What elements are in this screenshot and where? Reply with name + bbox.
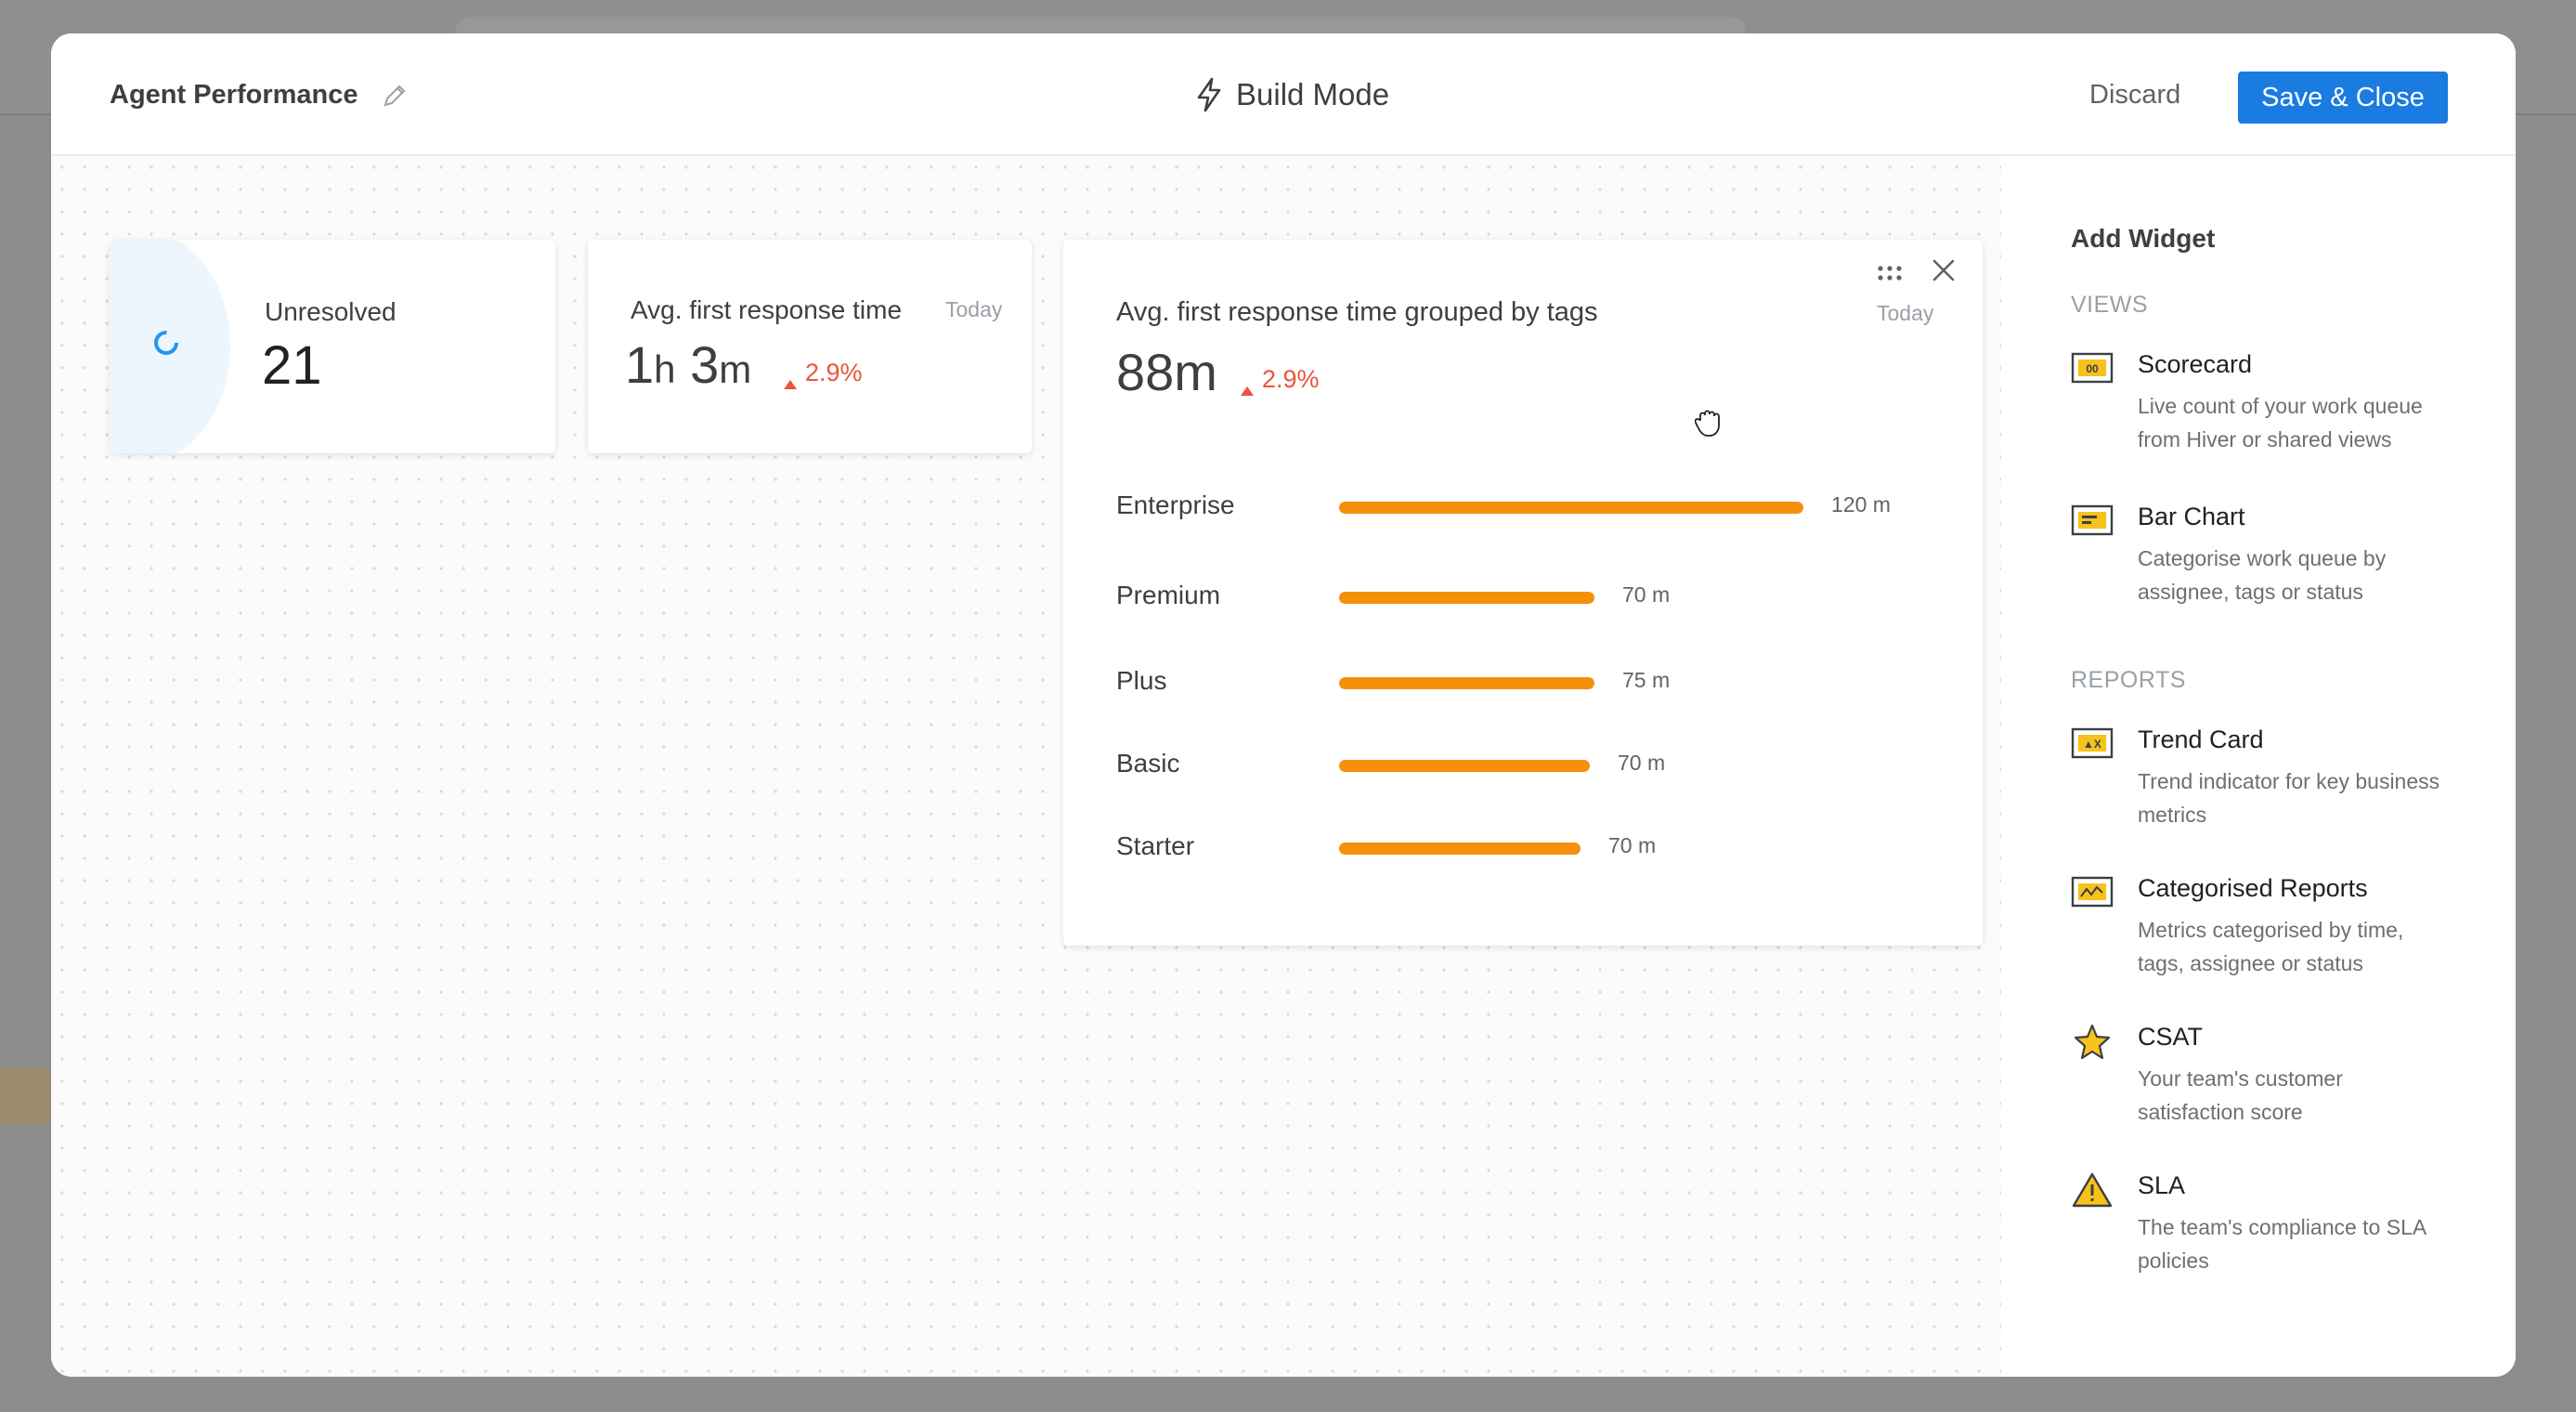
title-area: Agent Performance (110, 80, 409, 111)
trend-card-description: Trend indicator for key business metrics (2138, 769, 2440, 827)
first-response-label: Avg. first response time (631, 295, 903, 324)
dashboard-title: Agent Performance (110, 80, 358, 110)
build-mode-indicator: Build Mode (1193, 77, 1389, 112)
sla-title: SLA (2138, 1171, 2186, 1199)
dashboard-builder-modal: Agent Performance Build Mode Discard Sav… (51, 33, 2516, 1377)
save-close-button[interactable]: Save & Close (2238, 72, 2448, 124)
add-widget-heading: Add Widget (2071, 224, 2216, 253)
bar-chart-title: Bar Chart (2138, 503, 2245, 530)
first-response-widget[interactable]: Avg. first response time Today 1h 3m 2.9… (588, 240, 1032, 453)
bar-row: Starter 70 m (1116, 830, 1952, 867)
drag-handle-icon[interactable] (1876, 262, 1904, 284)
bar-fill (1339, 502, 1803, 514)
chart-value-number: 88 (1116, 343, 1175, 401)
pencil-icon[interactable] (381, 82, 409, 110)
bar-value-label: 70 m (1608, 833, 1657, 857)
bar-label: Starter (1116, 831, 1195, 860)
warning-icon (2071, 1171, 2114, 1209)
scorecard-icon-text: 00 (2086, 362, 2099, 375)
first-response-value: 1h 3m (625, 334, 751, 395)
modal-header: Agent Performance Build Mode Discard Sav… (51, 33, 2516, 156)
bar-fill (1339, 843, 1581, 855)
bar-track (1339, 592, 1822, 604)
unresolved-widget[interactable]: Unresolved 21 (110, 240, 555, 453)
chart-title: Avg. first response time grouped by tags (1116, 297, 1598, 327)
close-icon[interactable] (1930, 256, 1958, 284)
scorecard-icon: 00 (2071, 350, 2114, 387)
bar-label: Premium (1116, 581, 1221, 609)
triangle-up-icon (1240, 374, 1255, 396)
hours-value: 1 (625, 335, 655, 394)
bar-label: Plus (1116, 666, 1167, 695)
bar-chart-icon (2071, 503, 2114, 540)
hours-unit: h (654, 347, 676, 391)
trend-card-icon: ▲X (2071, 726, 2114, 763)
categorised-reports-description: Metrics categorised by time, tags, assig… (2138, 918, 2404, 975)
trend-card-icon-text: ▲X (2083, 738, 2101, 751)
categorised-reports-icon (2071, 874, 2114, 911)
bar-track (1339, 502, 1822, 514)
unresolved-count: 21 (262, 335, 322, 396)
bar-track (1339, 677, 1822, 689)
chart-period: Today (1877, 301, 1934, 325)
scorecard-title: Scorecard (2138, 350, 2253, 378)
bar-fill (1339, 760, 1590, 772)
first-response-delta: 2.9% (783, 359, 863, 389)
bar-row: Plus 75 m (1116, 664, 1952, 701)
discard-button[interactable]: Discard (2089, 80, 2180, 111)
reports-section-label: REPORTS (2071, 667, 2186, 693)
trend-card-title: Trend Card (2138, 726, 2264, 753)
chart-value-unit: m (1174, 343, 1217, 401)
first-response-period: Today (945, 297, 1003, 321)
scorecard-description: Live count of your work queue from Hiver… (2138, 394, 2423, 451)
chart-delta: 2.9% (1240, 365, 1320, 396)
bar-fill (1339, 592, 1594, 604)
star-icon (2071, 1023, 2114, 1060)
bar-label: Basic (1116, 749, 1180, 778)
background-selected-row (0, 1068, 50, 1124)
bar-value-label: 75 m (1622, 668, 1671, 692)
csat-description: Your team's customer satisfaction score (2138, 1066, 2343, 1124)
bar-row: Basic 70 m (1116, 747, 1952, 784)
bar-fill (1339, 677, 1594, 689)
bar-chart-description: Categorise work queue by assignee, tags … (2138, 546, 2387, 604)
bar-row: Premium 70 m (1116, 579, 1952, 616)
minutes-unit: m (719, 347, 752, 391)
add-widget-panel: Add Widget VIEWS 00 Scorecard Live count… (2001, 156, 2516, 1377)
build-mode-label: Build Mode (1236, 77, 1390, 111)
bar-row: Enterprise 120 m (1116, 489, 1952, 526)
csat-title: CSAT (2138, 1023, 2204, 1051)
first-response-delta-value: 2.9% (805, 359, 863, 386)
lightning-bolt-icon (1193, 77, 1225, 112)
unresolved-label: Unresolved (265, 297, 397, 326)
chart-delta-value: 2.9% (1262, 365, 1320, 393)
bar-track (1339, 760, 1822, 772)
chart-total-value: 88m (1116, 342, 1217, 402)
tags-bar-chart-widget[interactable]: Avg. first response time grouped by tags… (1063, 240, 1983, 946)
sla-description: The team's compliance to SLA policies (2138, 1215, 2426, 1273)
bar-label: Enterprise (1116, 490, 1235, 519)
views-section-label: VIEWS (2071, 292, 2149, 318)
bar-value-label: 70 m (1622, 582, 1671, 607)
bar-value-label: 120 m (1831, 492, 1891, 516)
bar-value-label: 70 m (1618, 751, 1666, 775)
triangle-up-icon (783, 368, 798, 389)
grab-cursor-icon (1694, 407, 1723, 438)
dashboard-canvas[interactable]: Unresolved 21 Avg. first response time T… (51, 156, 2001, 1377)
bar-track (1339, 843, 1822, 855)
categorised-reports-title: Categorised Reports (2138, 874, 2368, 902)
minutes-value: 3 (690, 335, 720, 394)
loading-spinner-icon (151, 328, 181, 358)
